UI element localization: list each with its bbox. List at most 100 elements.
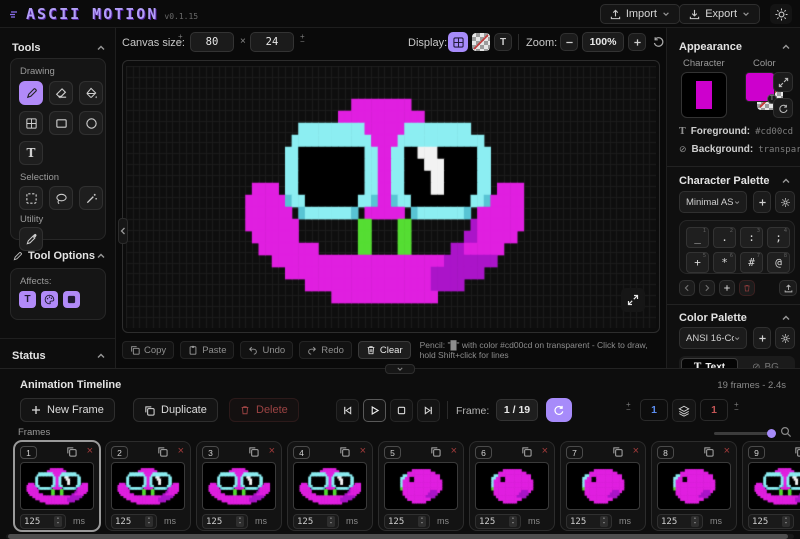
char-button[interactable]: :3 — [740, 227, 763, 248]
frame-duration-input[interactable]: 125▴▾ — [111, 514, 157, 529]
frame-duration-input[interactable]: 125▴▾ — [202, 514, 248, 529]
color-palette-collapse-button[interactable] — [781, 314, 791, 322]
rectangle-tool-button[interactable] — [49, 111, 73, 135]
prev-palette-button[interactable] — [679, 280, 695, 296]
pencil-tool-button[interactable] — [19, 81, 43, 105]
duration-stepper[interactable]: ▴▾ — [418, 516, 426, 527]
tool-options-collapse-button[interactable] — [96, 252, 106, 260]
duplicate-frame-button[interactable]: Duplicate — [133, 398, 218, 422]
zoom-reset-button[interactable] — [652, 35, 665, 48]
display-grid-toggle[interactable] — [448, 32, 468, 52]
frame-duration-input[interactable]: 125▴▾ — [475, 514, 521, 529]
frame-delete-button[interactable]: × — [451, 445, 457, 458]
play-button[interactable] — [363, 399, 386, 422]
export-palette-button[interactable] — [779, 280, 797, 296]
frame-duplicate-button[interactable] — [703, 446, 714, 457]
theme-toggle-button[interactable] — [770, 4, 792, 24]
frame-card[interactable]: 9×125▴▾ms — [742, 441, 800, 531]
export-button[interactable]: Export — [679, 4, 760, 24]
timeline-zoom-slider[interactable] — [714, 432, 772, 435]
undo-button[interactable]: Undo — [240, 341, 293, 359]
frames-scrollbar-track[interactable] — [6, 534, 794, 539]
reset-colors-button[interactable] — [773, 98, 793, 118]
fullscreen-canvas-button[interactable] — [621, 288, 645, 312]
fill-tool-button[interactable] — [79, 81, 103, 105]
display-text-toggle[interactable]: T — [494, 33, 512, 51]
char-button[interactable]: +5 — [686, 252, 709, 273]
frame-delete-button[interactable]: × — [360, 445, 366, 458]
skip-start-button[interactable] — [336, 399, 359, 422]
char-button[interactable]: ;4 — [767, 227, 790, 248]
frame-duplicate-button[interactable] — [66, 446, 77, 457]
add-color-palette-button[interactable] — [753, 327, 771, 349]
frame-delete-button[interactable]: × — [269, 445, 275, 458]
frame-duplicate-button[interactable] — [339, 446, 350, 457]
char-button[interactable]: @8 — [767, 252, 790, 273]
frame-duration-input[interactable]: 125▴▾ — [566, 514, 612, 529]
pattern-tool-button[interactable] — [19, 111, 43, 135]
appearance-collapse-button[interactable] — [781, 43, 791, 51]
loop-toggle-button[interactable] — [546, 398, 572, 422]
zoom-out-button[interactable] — [560, 33, 578, 51]
frame-duplicate-button[interactable] — [248, 446, 259, 457]
status-collapse-button[interactable] — [96, 352, 106, 360]
frame-duplicate-button[interactable] — [430, 446, 441, 457]
swap-colors-button[interactable] — [773, 72, 793, 92]
duration-stepper[interactable]: ▴▾ — [236, 516, 244, 527]
frame-card[interactable]: 7×125▴▾ms — [560, 441, 646, 531]
text-tool-button[interactable]: T — [19, 141, 43, 165]
canvas-height-input[interactable]: 24 — [250, 32, 294, 52]
new-frame-button[interactable]: New Frame — [20, 398, 115, 422]
char-button[interactable]: _1 — [686, 227, 709, 248]
frame-duration-input[interactable]: 125▴▾ — [20, 514, 66, 529]
frame-duration-input[interactable]: 125▴▾ — [748, 514, 794, 529]
rect-select-tool-button[interactable] — [19, 186, 43, 210]
frame-delete-button[interactable]: × — [542, 445, 548, 458]
copy-button[interactable]: Copy — [122, 341, 174, 359]
zoom-in-button[interactable] — [628, 33, 646, 51]
color-palette-settings-button[interactable] — [775, 327, 795, 349]
left-panel-collapse-handle[interactable] — [118, 218, 128, 244]
onion-prev-stepper[interactable]: +− — [626, 402, 631, 412]
character-palette-collapse-button[interactable] — [781, 177, 791, 185]
eyedropper-tool-button[interactable] — [19, 227, 43, 251]
tools-collapse-button[interactable] — [96, 44, 106, 52]
paste-button[interactable]: Paste — [180, 341, 234, 359]
stop-button[interactable] — [390, 399, 413, 422]
foreground-color-swatch[interactable]: T — [745, 72, 775, 102]
duration-stepper[interactable]: ▴▾ — [327, 516, 335, 527]
character-palette-settings-button[interactable] — [775, 191, 795, 213]
import-button[interactable]: Import — [600, 4, 680, 24]
height-stepper[interactable]: +− — [300, 34, 305, 44]
char-button[interactable]: #7 — [740, 252, 763, 273]
onion-next-count[interactable]: 1 — [700, 399, 728, 421]
character-palette-preset-select[interactable]: Minimal ASC — [679, 191, 747, 213]
duration-stepper[interactable]: ▴▾ — [782, 516, 790, 527]
slider-knob[interactable] — [767, 429, 776, 438]
duration-stepper[interactable]: ▴▾ — [145, 516, 153, 527]
frame-duplicate-button[interactable] — [521, 446, 532, 457]
frame-card[interactable]: 1×125▴▾ms — [14, 441, 100, 531]
duration-stepper[interactable]: ▴▾ — [691, 516, 699, 527]
frame-card[interactable]: 2×125▴▾ms — [105, 441, 191, 531]
character-swatch[interactable] — [681, 72, 727, 118]
frame-delete-button[interactable]: × — [633, 445, 639, 458]
duration-stepper[interactable]: ▴▾ — [54, 516, 62, 527]
frame-card[interactable]: 8×125▴▾ms — [651, 441, 737, 531]
frame-duration-input[interactable]: 125▴▾ — [384, 514, 430, 529]
frames-scrollbar-thumb[interactable] — [8, 534, 788, 539]
frame-card[interactable]: 3×125▴▾ms — [196, 441, 282, 531]
eraser-tool-button[interactable] — [49, 81, 73, 105]
frame-card[interactable]: 6×125▴▾ms — [469, 441, 555, 531]
affects-background-toggle[interactable] — [63, 291, 80, 308]
redo-button[interactable]: Redo — [299, 341, 352, 359]
add-character-palette-button[interactable] — [753, 191, 771, 213]
frame-duplicate-button[interactable] — [794, 446, 800, 457]
lasso-tool-button[interactable] — [49, 186, 73, 210]
char-button[interactable]: *6 — [713, 252, 736, 273]
duration-stepper[interactable]: ▴▾ — [600, 516, 608, 527]
frame-duration-input[interactable]: 125▴▾ — [293, 514, 339, 529]
frame-delete-button[interactable]: × — [724, 445, 730, 458]
frame-card[interactable]: 5×125▴▾ms — [378, 441, 464, 531]
affects-color-toggle[interactable] — [41, 291, 58, 308]
